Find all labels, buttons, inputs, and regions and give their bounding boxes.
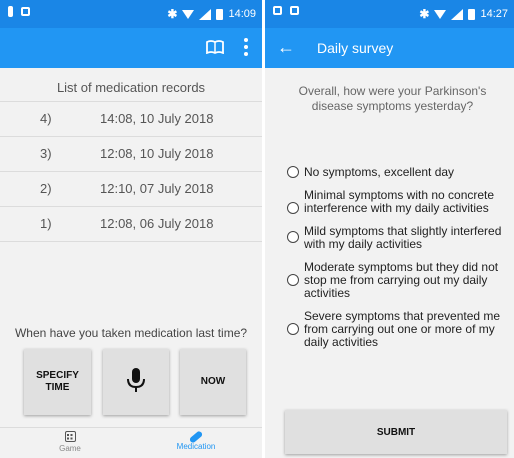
records-list: 4) 14:08, 10 July 2018 3) 12:08, 10 July…	[0, 101, 262, 242]
notification-icon	[8, 6, 13, 17]
radio-button[interactable]	[287, 202, 299, 214]
radio-button[interactable]	[287, 274, 299, 286]
nav-item-game[interactable]: Game	[10, 431, 130, 453]
dice-icon	[64, 431, 76, 442]
now-button[interactable]: NOW	[180, 349, 246, 415]
app-bar: ← Daily survey	[265, 28, 514, 68]
nav-label-medication: Medication	[176, 442, 216, 451]
specify-time-label: SPECIFY TIME	[36, 370, 79, 393]
medication-screen: ✱ 14:09 List of medication records 4) 14…	[0, 0, 262, 458]
survey-option[interactable]: No symptoms, excellent day	[287, 166, 509, 179]
survey-screen: ✱ 14:27 ← Daily survey Overall, how were…	[265, 0, 514, 458]
bluetooth-icon: ✱	[419, 7, 430, 21]
record-number: 2)	[40, 181, 52, 196]
survey-option[interactable]: Severe symptoms that prevented me from c…	[287, 310, 509, 349]
notification-icon	[273, 6, 282, 15]
record-time: 12:10, 07 July 2018	[100, 181, 214, 196]
page-title: Daily survey	[317, 40, 394, 56]
wifi-icon	[182, 9, 195, 19]
nav-item-medication[interactable]: Medication	[136, 430, 256, 451]
record-time: 12:08, 06 July 2018	[100, 216, 214, 231]
now-label: NOW	[200, 376, 226, 387]
specify-time-button[interactable]: SPECIFY TIME	[24, 349, 91, 415]
battery-icon	[216, 8, 224, 20]
more-vert-icon[interactable]	[244, 38, 248, 56]
option-label: Moderate symptoms but they did not stop …	[304, 260, 499, 300]
battery-icon	[468, 8, 476, 20]
submit-button[interactable]: SUBMIT	[285, 410, 507, 454]
survey-option[interactable]: Moderate symptoms but they did not stop …	[287, 261, 509, 300]
option-label: No symptoms, excellent day	[304, 165, 455, 179]
record-time: 12:08, 10 July 2018	[100, 146, 214, 161]
signal-icon	[199, 8, 212, 20]
option-label: Minimal symptoms with no concrete interf…	[304, 188, 495, 215]
survey-option[interactable]: Minimal symptoms with no concrete interf…	[287, 189, 509, 215]
status-time: 14:09	[228, 8, 256, 20]
record-number: 4)	[40, 111, 52, 126]
microphone-button[interactable]	[103, 349, 169, 415]
record-time: 14:08, 10 July 2018	[100, 111, 214, 126]
nav-label-game: Game	[59, 444, 81, 453]
bottom-navigation: Game Medication	[0, 427, 262, 458]
survey-option[interactable]: Mild symptoms that slightly interfered w…	[287, 225, 509, 251]
option-label: Severe symptoms that prevented me from c…	[304, 309, 501, 349]
notification-icon	[290, 6, 299, 15]
survey-options: No symptoms, excellent day Minimal sympt…	[287, 166, 509, 359]
radio-button[interactable]	[287, 166, 299, 178]
record-row[interactable]: 3) 12:08, 10 July 2018	[0, 137, 262, 172]
app-bar	[0, 28, 262, 68]
record-number: 3)	[40, 146, 52, 161]
signal-icon	[451, 8, 464, 20]
back-arrow-icon[interactable]: ←	[277, 38, 295, 56]
radio-button[interactable]	[287, 231, 299, 243]
radio-button[interactable]	[287, 323, 299, 335]
submit-label: SUBMIT	[376, 426, 416, 438]
record-row[interactable]: 4) 14:08, 10 July 2018	[0, 101, 262, 137]
microphone-icon	[127, 368, 145, 392]
records-title: List of medication records	[56, 80, 206, 95]
bluetooth-icon: ✱	[167, 7, 178, 21]
option-label: Mild symptoms that slightly interfered w…	[304, 224, 502, 251]
notification-icon	[21, 7, 30, 16]
wifi-icon	[434, 9, 447, 19]
medication-question: When have you taken medication last time…	[14, 326, 248, 340]
status-time: 14:27	[480, 8, 508, 20]
record-row[interactable]: 2) 12:10, 07 July 2018	[0, 172, 262, 207]
status-bar: ✱ 14:27	[265, 0, 514, 28]
survey-question: Overall, how were your Parkinson's disea…	[298, 84, 487, 113]
book-icon[interactable]	[206, 40, 224, 54]
status-bar: ✱ 14:09	[0, 0, 262, 28]
record-number: 1)	[40, 216, 52, 231]
record-row[interactable]: 1) 12:08, 06 July 2018	[0, 207, 262, 242]
